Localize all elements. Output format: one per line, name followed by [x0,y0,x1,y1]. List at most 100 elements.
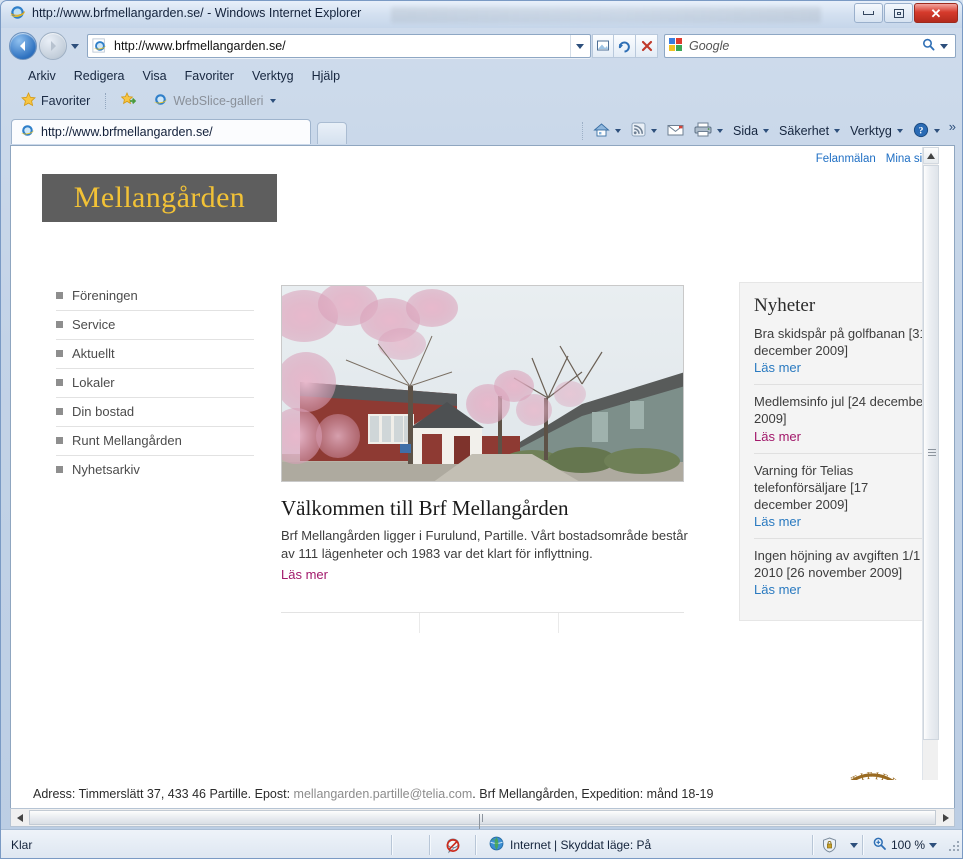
page-menu-button[interactable]: Sida [729,122,773,140]
read-more-link[interactable]: Läs mer [281,567,328,582]
window-resize-grip[interactable] [945,837,961,853]
security-zone-indicator[interactable]: Internet | Skyddat läge: På [477,836,663,854]
menu-item-redigera[interactable]: Redigera [65,66,134,86]
zoom-dropdown-icon[interactable] [929,842,937,848]
favorites-separator [105,93,107,109]
title-bar-left: http://www.brfmellangarden.se/ - Windows… [9,4,361,21]
sidebar-item-service[interactable]: Service [56,311,254,340]
news-item: Ingen höjning av avgiften 1/1 2010 [26 n… [754,538,928,606]
bullet-icon [56,321,63,328]
menu-item-verktyg[interactable]: Verktyg [243,66,303,86]
news-read-more-link[interactable]: Läs mer [754,582,801,597]
google-icon [668,37,683,55]
news-read-more-link[interactable]: Läs mer [754,360,801,375]
favorites-button[interactable]: Favoriter [15,90,96,112]
star-icon [21,92,36,110]
menu-item-arkiv[interactable]: Arkiv [19,66,65,86]
menu-item-hjalp[interactable]: Hjälp [303,66,350,86]
tab-label: http://www.brfmellangarden.se/ [41,125,213,139]
scroll-left-button[interactable] [11,809,28,826]
news-panel: Nyheter Bra skidspår på golfbanan [31 de… [739,282,939,622]
status-bar-right: 100 % [811,830,962,859]
search-provider-dropdown[interactable] [936,32,952,60]
sidebar-item-runt-mellangarden[interactable]: Runt Mellangården [56,427,254,456]
new-tab-button[interactable] [317,122,347,144]
recent-pages-dropdown[interactable] [67,32,83,60]
search-input[interactable]: Google [689,39,921,53]
sidebar-item-foreningen[interactable]: Föreningen [56,282,254,311]
chevron-down-icon[interactable] [717,129,724,133]
sidebar-item-label: Service [72,317,116,332]
sidebar-item-aktuellt[interactable]: Aktuellt [56,340,254,369]
news-read-more-link[interactable]: Läs mer [754,514,801,529]
news-item: Varning för Telias telefonförsäljare [17… [754,452,928,538]
privacy-dropdown-icon[interactable] [846,830,862,859]
favorites-bar: Favoriter WebSlice-galleri [1,88,962,114]
browser-window: http://www.brfmellangarden.se/ - Windows… [0,0,963,859]
add-to-favorites-bar-button[interactable] [115,90,143,112]
sidebar-navigation: Föreningen Service Aktuellt Lokaler Din … [56,282,254,484]
command-bar-overflow-button[interactable]: » [946,119,956,134]
safety-menu-button[interactable]: Säkerhet [775,122,844,140]
link-felanmalan[interactable]: Felanmälan [816,153,876,165]
sidebar-item-label: Nyhetsarkiv [72,462,140,477]
back-button[interactable] [9,32,37,60]
chevron-down-icon[interactable] [763,129,770,133]
tools-menu-button[interactable]: Verktyg [846,122,907,140]
page-vertical-scrollbar[interactable] [922,147,939,807]
horizontal-scroll-thumb[interactable] [29,810,936,830]
news-item-title: Medlemsinfo jul [24 december 2009] [754,394,928,427]
chevron-down-icon[interactable] [896,129,903,133]
sidebar-item-nyhetsarkiv[interactable]: Nyhetsarkiv [56,456,254,484]
chevron-down-icon[interactable] [933,129,940,133]
forward-button[interactable] [39,32,67,60]
vertical-scroll-thumb[interactable] [923,165,939,740]
compatibility-view-icon[interactable] [592,34,614,58]
address-dropdown-icon[interactable] [570,35,588,57]
feeds-button[interactable] [627,120,661,142]
table-divider [558,612,559,633]
print-button[interactable] [690,120,727,142]
footer-email-link[interactable]: mellangarden.partille@telia.com [294,787,473,801]
minimize-button[interactable] [854,3,883,23]
page-horizontal-scrollbar[interactable] [10,808,955,830]
scroll-grip-icon [478,813,487,830]
news-read-more-link[interactable]: Läs mer [754,429,801,444]
page-viewport: Felanmälan Mina sido Mellangården Föreni… [10,145,955,808]
window-controls: ✕ [854,3,958,23]
stop-icon[interactable] [636,34,658,58]
home-button[interactable] [589,120,625,143]
search-icon[interactable] [921,37,936,55]
chevron-down-icon[interactable] [651,129,658,133]
mail-button[interactable] [663,121,688,142]
tab-brfmellangarden[interactable]: http://www.brfmellangarden.se/ [11,119,311,144]
internet-explorer-icon [9,4,26,21]
privacy-report-icon[interactable] [814,830,846,859]
refresh-icon[interactable] [614,34,636,58]
footer-address: Adress: Timmerslätt 37, 433 46 Partille.… [33,787,294,801]
safety-menu-label: Säkerhet [779,124,830,138]
bullet-icon [56,292,63,299]
close-button[interactable]: ✕ [914,3,958,23]
restore-button[interactable] [884,3,913,23]
address-bar[interactable]: http://www.brfmellangarden.se/ [87,34,591,58]
menu-item-favoriter[interactable]: Favoriter [176,66,243,86]
address-input[interactable]: http://www.brfmellangarden.se/ [114,39,570,53]
webslice-gallery-item[interactable]: WebSlice-galleri [147,90,282,112]
scroll-up-button[interactable] [923,147,939,164]
chevron-down-icon[interactable] [834,129,841,133]
site-logo[interactable]: Mellangården [42,174,277,222]
intro-paragraph: Brf Mellangården ligger i Furulund, Part… [281,528,688,562]
chevron-down-icon[interactable] [615,129,622,133]
sidebar-item-din-bostad[interactable]: Din bostad [56,398,254,427]
sidebar-item-lokaler[interactable]: Lokaler [56,369,254,398]
footer-text: Adress: Timmerslätt 37, 433 46 Partille.… [33,787,713,801]
menu-item-visa[interactable]: Visa [134,66,176,86]
zoom-control[interactable]: 100 % [864,836,945,854]
search-box[interactable]: Google [664,34,956,58]
help-menu-button[interactable]: ? [909,120,944,143]
scroll-right-button[interactable] [937,809,954,826]
bullet-icon [56,379,63,386]
zoom-level-label: 100 % [890,838,925,852]
popup-blocker-icon[interactable] [431,830,475,859]
